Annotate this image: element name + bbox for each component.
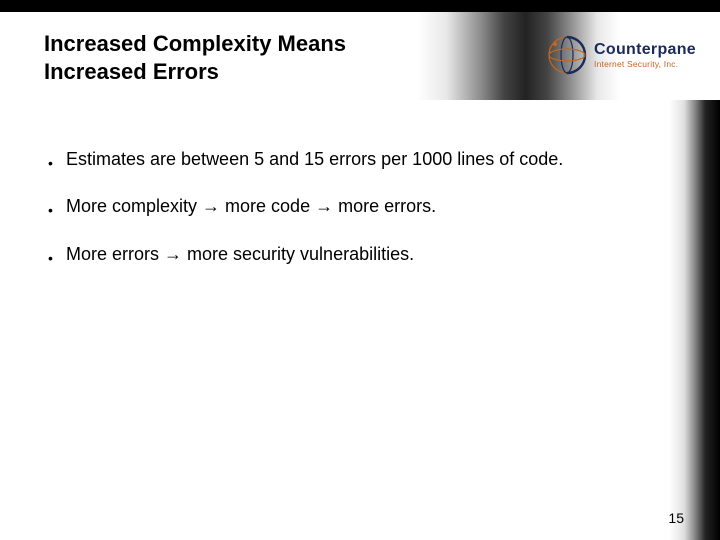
bullet-list: • Estimates are between 5 and 15 errors … <box>44 148 644 290</box>
bullet-text: Estimates are between 5 and 15 errors pe… <box>66 148 644 171</box>
bullet-item: • More complexity → more code → more err… <box>44 195 644 218</box>
header-band: Increased Complexity Means Increased Err… <box>0 12 720 100</box>
bullet-item: • More errors → more security vulnerabil… <box>44 243 644 266</box>
bullet-text: More errors → more security vulnerabilit… <box>66 243 644 266</box>
bullet-text: More complexity → more code → more error… <box>66 195 644 218</box>
title-block: Increased Complexity Means Increased Err… <box>44 30 444 85</box>
logo-company-name: Counterpane <box>594 42 696 58</box>
page-number: 15 <box>668 510 684 526</box>
company-logo: Counterpane Internet Security, Inc. <box>546 34 696 76</box>
logo-icon <box>546 34 588 76</box>
logo-text-block: Counterpane Internet Security, Inc. <box>594 42 696 69</box>
logo-tagline: Internet Security, Inc. <box>594 60 696 69</box>
bullet-marker: • <box>48 203 54 217</box>
bullet-marker: • <box>48 251 54 265</box>
slide-title: Increased Complexity Means Increased Err… <box>44 30 444 85</box>
bullet-item: • Estimates are between 5 and 15 errors … <box>44 148 644 171</box>
bullet-marker: • <box>48 156 54 170</box>
